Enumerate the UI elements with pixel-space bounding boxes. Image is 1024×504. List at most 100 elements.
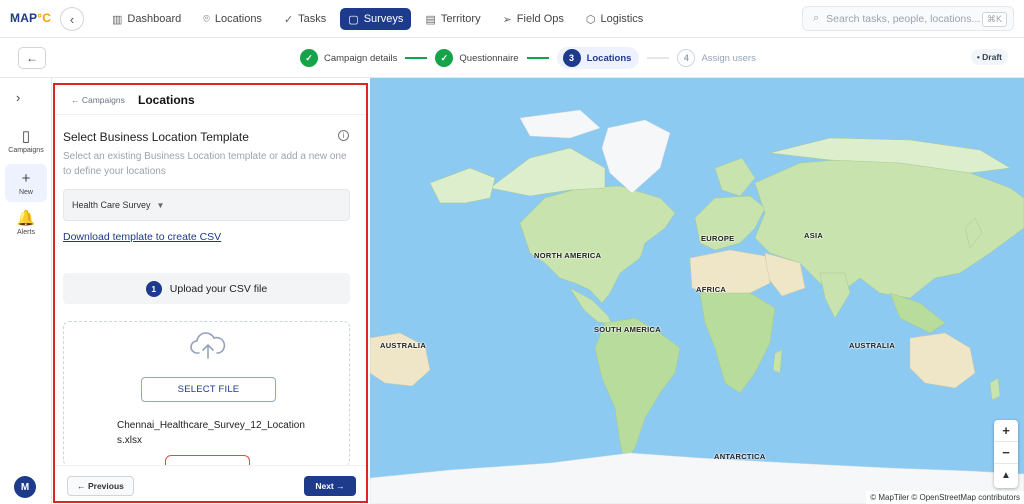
check-icon: ✓ [300, 49, 318, 67]
back-arrow-button[interactable]: ← [18, 47, 46, 69]
bell-icon: 🔔 [16, 209, 36, 227]
zoom-in-button[interactable]: + [994, 420, 1018, 442]
nav-dashboard[interactable]: ▥ Dashboard [104, 8, 189, 30]
top-navbar: MAP°C ‹ ▥ Dashboard ⌾ Locations ✓ Tasks ▢ Surve… [0, 0, 1024, 38]
map-label-australia-right: AUSTRALIA [849, 341, 896, 350]
step-locations[interactable]: 3 Locations [556, 47, 640, 69]
step-number: 4 [677, 49, 696, 67]
nav-label: Locations [214, 13, 262, 25]
nav-surveys[interactable]: ▢ Surveys [340, 8, 412, 30]
clipboard-icon: ▢ [348, 13, 359, 26]
avatar[interactable]: M [14, 476, 36, 498]
panel-footer: ← Previous Next → [55, 465, 366, 501]
nav-label: Surveys [363, 13, 404, 25]
map-label-antarctica: ANTARCTICA [714, 452, 766, 461]
step-number: 3 [562, 49, 581, 67]
step-number: 1 [145, 280, 162, 297]
file-dropzone[interactable]: SELECT FILE Chennai_Healthcare_Survey_12… [63, 321, 350, 466]
map-label-europe: EUROPE [701, 234, 735, 243]
step-questionnaire[interactable]: ✓ Questionnaire [435, 47, 519, 69]
step-campaign-details[interactable]: ✓ Campaign details [300, 47, 397, 69]
map-label-south-america: SOUTH AMERICA [594, 325, 661, 334]
nav-label: Territory [440, 13, 481, 25]
rail-item-campaigns[interactable]: ▯ Campaigns [5, 122, 47, 160]
step-connector [405, 57, 428, 59]
plus-icon: + [21, 169, 31, 187]
status-badge: • Draft [970, 49, 1008, 65]
template-select-value: Health Care Survey [72, 200, 151, 210]
panel-header: ← Campaigns Locations [55, 85, 366, 115]
land-south-america [594, 317, 681, 464]
land-north-america [519, 185, 676, 304]
select-file-button[interactable]: SELECT FILE [141, 377, 276, 402]
world-map[interactable]: NORTH AMERICA SOUTH AMERICA EUROPE ASIA … [370, 78, 1024, 504]
land-alaska [429, 167, 496, 204]
map-label-australia-left: AUSTRALIA [380, 341, 427, 350]
expand-chevron-icon[interactable]: › [16, 90, 20, 105]
section-description: Select an existing Business Location tem… [63, 151, 347, 177]
file-name: Chennai_Healthcare_Survey_12_Locations.x… [117, 420, 305, 446]
land-madagascar [772, 349, 783, 374]
previous-button[interactable]: ← Previous [67, 476, 134, 496]
map-label-north-america: NORTH AMERICA [534, 251, 602, 260]
search-icon: ⌕ [813, 12, 820, 24]
step-connector [526, 57, 549, 59]
nav-label: Tasks [298, 13, 327, 25]
next-button[interactable]: Next → [304, 476, 356, 496]
nav-label: Field Ops [516, 13, 564, 25]
send-icon: ➢ [502, 13, 512, 26]
search-input[interactable]: ⌕ Search tasks, people, locations... ⌘K [802, 6, 1014, 31]
nav-locations[interactable]: ⌾ Locations [195, 8, 270, 30]
upload-step-header: 1 Upload your CSV file [63, 273, 350, 304]
nav-label: Logistics [600, 13, 644, 25]
land-scandinavia [714, 157, 756, 197]
nav-logistics[interactable]: ⬡ Logistics [578, 8, 651, 30]
nav-field-ops[interactable]: ➢ Field Ops [495, 8, 572, 30]
breadcrumb[interactable]: ← Campaigns [71, 95, 125, 105]
main-nav: ▥ Dashboard ⌾ Locations ✓ Tasks ▢ Surveys ▤ Terri… [104, 8, 651, 30]
check-icon: ✓ [435, 49, 454, 67]
land-australia-right [909, 332, 976, 389]
pin-icon: ⌾ [203, 12, 210, 25]
step-assign-users[interactable]: 4 Assign users [677, 47, 756, 69]
rail-item-new[interactable]: + New [5, 164, 47, 202]
download-template-link[interactable]: Download template to create CSV [63, 231, 221, 243]
left-rail: › ▯ Campaigns + New 🔔 Alerts M [0, 78, 52, 504]
stepper: ✓ Campaign details ✓ Questionnaire 3 Location… [300, 47, 756, 69]
section-title: Select Business Location Template [63, 130, 249, 144]
zoom-out-button[interactable]: − [994, 442, 1018, 464]
check-icon: ✓ [283, 13, 294, 26]
rail-item-label: Campaigns [8, 146, 44, 154]
clipboard-icon: ▯ [21, 127, 31, 145]
template-select[interactable]: Health Care Survey ▼ [63, 189, 350, 221]
app-logo[interactable]: MAP°C [10, 11, 51, 25]
caret-down-icon: ▼ [156, 200, 165, 210]
map-label-africa: AFRICA [696, 285, 727, 294]
stepper-bar: ← ✓ Campaign details ✓ Questionnaire 3 Locati… [0, 38, 1024, 78]
rail-item-alerts[interactable]: 🔔 Alerts [5, 204, 47, 242]
locations-panel: ← Campaigns Locations Select Business Lo… [53, 83, 368, 503]
compass-icon[interactable]: ▲ [994, 464, 1018, 486]
bar-chart-icon: ▥ [112, 13, 123, 26]
back-icon[interactable]: ‹ [60, 7, 84, 31]
nav-tasks[interactable]: ✓ Tasks [276, 8, 334, 30]
upload-label: Upload your CSV file [169, 282, 268, 295]
land-se-asia [889, 292, 946, 334]
page-title: Locations [138, 93, 195, 107]
nav-territory[interactable]: ▤ Territory [417, 8, 488, 30]
step-label: Questionnaire [459, 52, 519, 64]
land-arctic-islands [519, 109, 601, 139]
map-icon: ▤ [425, 13, 436, 26]
rail-item-label: New [18, 188, 33, 196]
step-label: Assign users [701, 52, 756, 64]
step-label: Campaign details [324, 52, 398, 64]
map-label-asia: ASIA [804, 231, 824, 240]
land-greenland [601, 119, 671, 194]
search-placeholder: Search tasks, people, locations... [826, 12, 981, 25]
map-attribution[interactable]: © MapTiler © OpenStreetMap contributors [866, 491, 1024, 504]
box-icon: ⬡ [585, 13, 596, 26]
info-icon[interactable]: i [338, 130, 349, 141]
step-label: Locations [586, 52, 632, 64]
land-africa-south [699, 292, 776, 394]
land-canada-north [489, 147, 606, 197]
